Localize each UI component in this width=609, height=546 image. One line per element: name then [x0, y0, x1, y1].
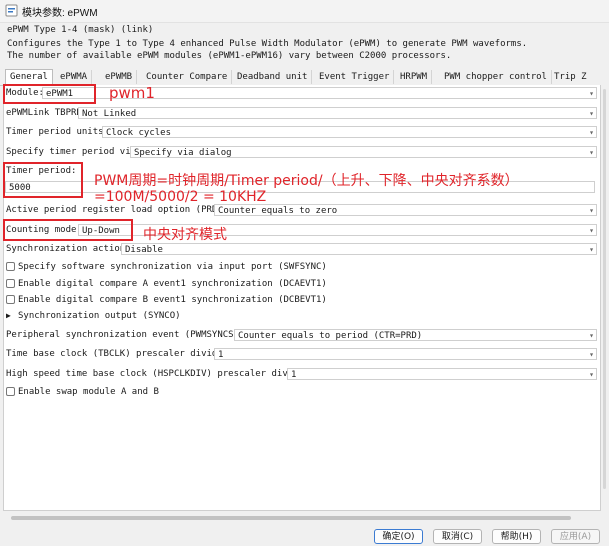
title-bar: 模块参数: ePWM — [0, 0, 609, 23]
timer-period-units-label: Timer period units: — [6, 127, 109, 137]
expand-triangle-icon[interactable]: ▶ — [6, 311, 11, 320]
app-icon — [5, 4, 18, 17]
specify-timer-period-label: Specify timer period via: — [6, 147, 142, 157]
tab-event-trigger[interactable]: Event Trigger — [315, 70, 395, 84]
horizontal-scrollbar[interactable] — [3, 514, 599, 522]
specify-timer-period-dropdown[interactable]: Specify via dialog — [130, 146, 597, 158]
help-button[interactable]: 帮助(H) — [492, 529, 541, 544]
timer-period-highlight-box — [3, 162, 83, 198]
hspclkdiv-label: High speed time base clock (HSPCLKDIV) p… — [6, 369, 315, 379]
vertical-scrollbar[interactable] — [600, 85, 608, 510]
pwmsyncsel-label: Peripheral synchronization event (PWMSYN… — [6, 330, 256, 340]
tab-epwma[interactable]: ePWMA — [56, 70, 93, 84]
center-aligned-annotation: 中央对齐模式 — [143, 227, 227, 243]
tab-trip-zone[interactable]: Trip Z — [550, 70, 591, 84]
module-highlight-box — [3, 84, 96, 104]
dcbevt1-checkbox[interactable] — [6, 295, 15, 304]
tab-counter-compare[interactable]: Counter Compare — [142, 70, 233, 84]
pwm-period-formula-annotation: PWM周期=时钟周期/Timer period/（上升、下降、中央对齐系数） — [94, 173, 519, 189]
pwm-period-result-annotation: =100M/5000/2 = 10KHZ — [94, 189, 267, 205]
sync-action-dropdown[interactable]: Disable — [121, 243, 597, 255]
swfsync-checkbox[interactable] — [6, 262, 15, 271]
counting-mode-highlight-box — [3, 219, 133, 241]
hspclkdiv-dropdown[interactable]: 1 — [287, 368, 597, 380]
pwm1-annotation: pwm1 — [109, 84, 155, 102]
dcaevt1-checkbox[interactable] — [6, 279, 15, 288]
tab-deadband-unit[interactable]: Deadband unit — [233, 70, 313, 84]
sync-output-section[interactable]: Synchronization output (SYNCO) — [18, 311, 181, 321]
mask-description-line1: Configures the Type 1 to Type 4 enhanced… — [7, 39, 528, 49]
link-tbprd-label: ePWMLink TBPRD — [6, 108, 82, 118]
timer-period-units-dropdown[interactable]: Clock cycles — [102, 126, 597, 138]
cancel-button[interactable]: 取消(C) — [433, 529, 482, 544]
dcbevt1-label: Enable digital compare B event1 synchron… — [18, 295, 327, 305]
window-title: 模块参数: ePWM — [22, 8, 98, 19]
tbclk-dropdown[interactable]: 1 — [214, 348, 597, 360]
mask-header: ePWM Type 1-4 (mask) (link) — [7, 25, 154, 35]
tbclk-label: Time base clock (TBCLK) prescaler divide… — [6, 349, 234, 359]
link-tbprd-dropdown[interactable]: Not Linked — [78, 107, 597, 119]
active-period-load-label: Active period register load option (PRDL… — [6, 205, 234, 215]
tab-epwmb[interactable]: ePWMB — [101, 70, 138, 84]
tab-pwm-chopper-control[interactable]: PWM chopper control — [440, 70, 552, 84]
swap-ab-label: Enable swap module A and B — [18, 387, 159, 397]
active-period-load-dropdown[interactable]: Counter equals to zero — [214, 204, 597, 216]
sync-action-label: Synchronization action: — [6, 244, 131, 254]
mask-description-line2: The number of available ePWM modules (eP… — [7, 51, 452, 61]
pwmsyncsel-dropdown[interactable]: Counter equals to period (CTR=PRD) — [234, 329, 597, 341]
ok-button[interactable]: 确定(O) — [374, 529, 423, 544]
swap-ab-checkbox[interactable] — [6, 387, 15, 396]
dcaevt1-label: Enable digital compare A event1 synchron… — [18, 279, 327, 289]
apply-button[interactable]: 应用(A) — [551, 529, 600, 544]
swfsync-label: Specify software synchronization via inp… — [18, 262, 327, 272]
tab-hrpwm[interactable]: HRPWM — [396, 70, 433, 84]
